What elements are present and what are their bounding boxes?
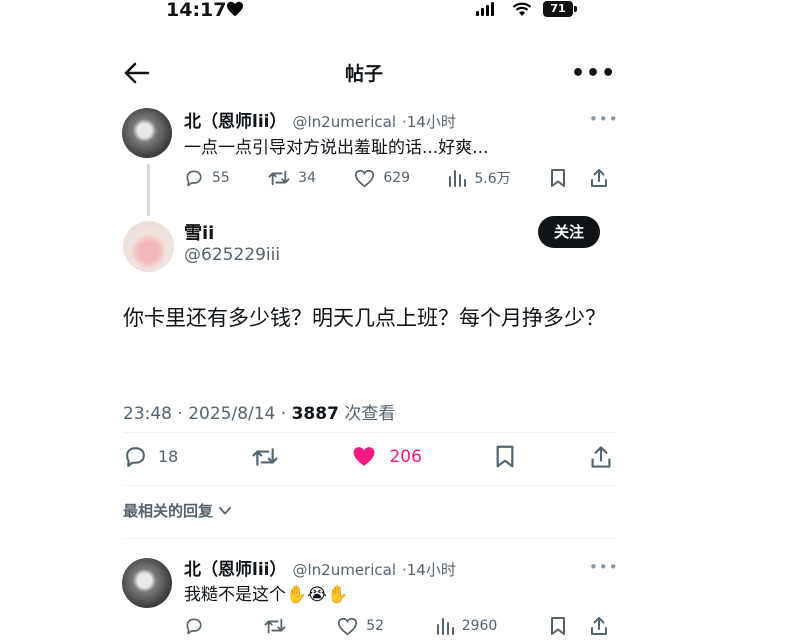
status-time: 14:17 — [166, 0, 227, 21]
avatar[interactable] — [122, 558, 172, 608]
page-title: 帖子 — [345, 63, 384, 85]
share-icon[interactable] — [589, 168, 609, 188]
post-time: ·14小时 — [402, 561, 456, 579]
post-meta: 23:48 · 2025/8/14 · 3887 次查看 — [123, 399, 395, 424]
like-count: 629 — [383, 170, 411, 186]
like-button[interactable]: 206 — [351, 445, 422, 468]
post-timestamp: 23:48 · 2025/8/14 · — [123, 404, 292, 424]
reply-text-content: 我糙不是这个 — [184, 585, 286, 605]
heart-status-icon — [227, 1, 243, 17]
back-arrow-icon[interactable] — [124, 62, 150, 84]
share-icon[interactable] — [589, 445, 613, 469]
avatar[interactable] — [123, 221, 174, 272]
repost-button[interactable]: 34 — [268, 168, 316, 188]
divider — [123, 538, 618, 539]
reply-sort-dropdown[interactable]: 最相关的回复 — [123, 500, 232, 521]
reply-icon — [186, 618, 202, 635]
signal-icon — [476, 2, 494, 16]
battery-indicator: 71 — [543, 1, 577, 17]
divider — [123, 485, 618, 486]
heart-icon — [355, 169, 375, 187]
reply-sort-label: 最相关的回复 — [123, 502, 214, 520]
chevron-down-icon — [219, 506, 231, 514]
post-more-icon[interactable]: ••• — [589, 558, 619, 576]
wifi-icon — [512, 2, 532, 16]
views-label: 次查看 — [338, 404, 396, 424]
emoji-group: ✋😭✋ — [286, 585, 349, 605]
like-button[interactable]: 629 — [354, 169, 410, 188]
post-more-icon[interactable]: ••• — [589, 110, 619, 128]
avatar[interactable] — [122, 108, 172, 158]
repost-icon — [268, 170, 290, 186]
like-button[interactable]: 52 — [337, 617, 384, 636]
share-icon[interactable] — [589, 616, 609, 636]
like-count: 52 — [366, 618, 385, 634]
views-icon — [436, 618, 454, 635]
views-icon — [449, 170, 467, 187]
follow-button[interactable]: 关注 — [538, 216, 600, 248]
reply-button[interactable]: 55 — [184, 168, 230, 188]
reply-button[interactable] — [184, 616, 212, 636]
repost-icon[interactable] — [251, 445, 279, 469]
views-button[interactable]: 5.6万 — [448, 168, 511, 188]
views-count: 3887 — [291, 404, 339, 424]
reply-count: 55 — [212, 170, 230, 186]
reply-button[interactable]: 18 — [123, 444, 178, 469]
bookmark-icon[interactable] — [549, 168, 567, 188]
post-time: ·14小时 — [402, 113, 456, 131]
author-name[interactable]: 雪ii — [184, 219, 214, 245]
author-handle[interactable]: @625229iii — [184, 245, 280, 265]
views-count: 2960 — [461, 618, 498, 634]
post-text: 一点一点引导对方说出羞耻的话...好爽... — [184, 138, 489, 158]
more-options-icon[interactable]: ••• — [571, 63, 616, 85]
bookmark-icon[interactable] — [549, 616, 567, 636]
heart-filled-icon — [353, 447, 375, 466]
thread-line — [147, 164, 150, 216]
views-button[interactable]: 2960 — [436, 617, 498, 635]
repost-count: 34 — [298, 170, 316, 186]
post-text: 你卡里还有多少钱？明天几点上班？每个月挣多少？ — [123, 306, 606, 330]
repost-button[interactable] — [264, 616, 286, 636]
divider — [123, 432, 618, 433]
author-name[interactable]: 北（恩师lii） — [184, 107, 286, 132]
author-handle[interactable]: @ln2umerical — [292, 561, 396, 579]
reply-icon — [186, 170, 202, 187]
like-count: 206 — [389, 446, 422, 467]
repost-icon — [264, 618, 286, 634]
author-name[interactable]: 北（恩师lii） — [184, 555, 286, 580]
reply-count: 18 — [158, 447, 179, 466]
heart-icon — [338, 617, 358, 635]
reply-icon — [126, 447, 145, 467]
reply-text: 我糙不是这个✋😭✋ — [184, 580, 348, 605]
author-handle[interactable]: @ln2umerical — [292, 113, 396, 131]
bookmark-icon[interactable] — [494, 444, 516, 469]
views-count: 5.6万 — [474, 171, 511, 187]
